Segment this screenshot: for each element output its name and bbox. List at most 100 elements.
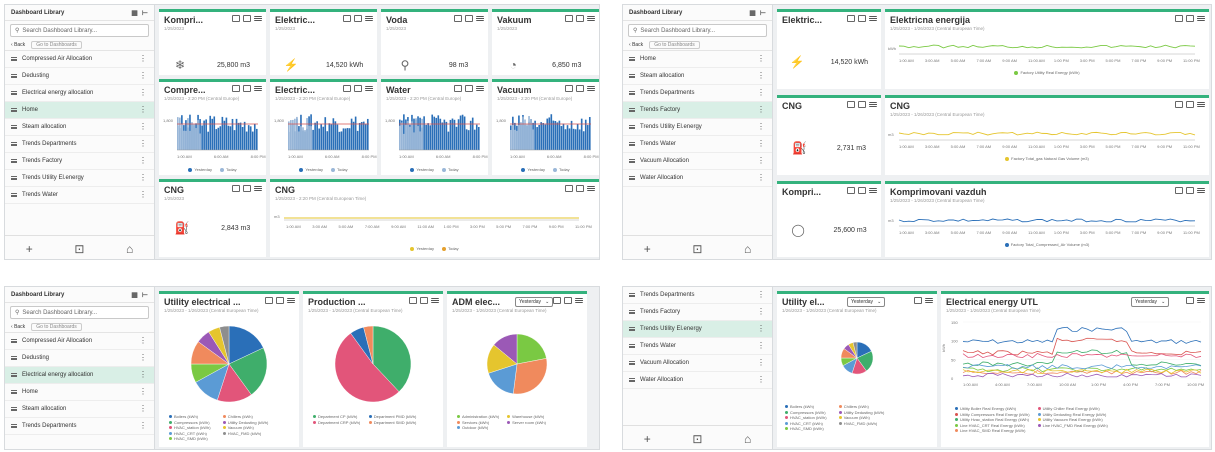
export-icon[interactable]	[847, 187, 855, 194]
fullscreen-icon[interactable]	[858, 15, 866, 22]
menu-icon[interactable]	[254, 16, 262, 21]
grid-icon[interactable]: ▦	[749, 9, 756, 17]
export-icon[interactable]	[232, 85, 240, 92]
sidebar-item-compressed-air-allocation[interactable]: Compressed Air Allocation ⋮	[5, 333, 154, 350]
period-dropdown[interactable]: Yesterday ⌄	[515, 297, 554, 307]
new-folder-icon[interactable]: ⊡	[692, 242, 702, 256]
more-options-icon[interactable]: ⋮	[139, 191, 147, 199]
menu-icon[interactable]	[587, 16, 595, 21]
export-icon[interactable]	[343, 15, 351, 22]
fullscreen-icon[interactable]	[354, 15, 362, 22]
sidebar-item-vacuum-allocation[interactable]: Vacuum Allocation ⋮	[623, 153, 772, 170]
fullscreen-icon[interactable]	[420, 297, 428, 304]
menu-icon[interactable]	[587, 86, 595, 91]
more-options-icon[interactable]: ⋮	[139, 106, 147, 114]
more-options-icon[interactable]: ⋮	[757, 376, 765, 384]
more-options-icon[interactable]: ⋮	[139, 371, 147, 379]
add-icon[interactable]: +	[26, 242, 33, 256]
sidebar-item-trends-factory[interactable]: Trends Factory ⋮	[623, 304, 772, 321]
menu-icon[interactable]	[365, 86, 373, 91]
fullscreen-icon[interactable]	[858, 101, 866, 108]
back-button-3[interactable]: ‹ Back	[11, 324, 25, 330]
more-options-icon[interactable]: ⋮	[757, 106, 765, 114]
search-input-2[interactable]: ⚲ Search Dashboard Library...	[628, 24, 767, 37]
menu-icon[interactable]	[254, 86, 262, 91]
menu-icon[interactable]	[869, 102, 877, 107]
sidebar-item-trends-factory[interactable]: Trends Factory ⋮	[5, 153, 154, 170]
more-options-icon[interactable]: ⋮	[757, 123, 765, 131]
sidebar-item-trends-departments[interactable]: Trends Departments ⋮	[623, 287, 772, 304]
sidebar-item-trends-departments[interactable]: Trends Departments ⋮	[623, 85, 772, 102]
grid-icon[interactable]: ▦	[131, 291, 138, 299]
back-button-2[interactable]: ‹ Back	[629, 42, 643, 48]
more-options-icon[interactable]: ⋮	[757, 308, 765, 316]
menu-icon[interactable]	[1197, 298, 1205, 303]
fullscreen-icon[interactable]	[465, 85, 473, 92]
sidebar-item-dedusting[interactable]: Dedusting ⋮	[5, 350, 154, 367]
fullscreen-icon[interactable]	[1186, 297, 1194, 304]
fullscreen-icon[interactable]	[1186, 15, 1194, 22]
sidebar-item-home[interactable]: Home ⋮	[623, 51, 772, 68]
collapse-icon[interactable]: ⊢	[142, 9, 148, 17]
menu-icon[interactable]	[925, 298, 933, 303]
menu-icon[interactable]	[476, 86, 484, 91]
sidebar-item-vacuum-allocation[interactable]: Vacuum Allocation ⋮	[623, 355, 772, 372]
breadcrumb-3[interactable]: Go to Dashboards	[31, 323, 82, 331]
export-icon[interactable]	[1175, 101, 1183, 108]
sidebar-item-home[interactable]: Home ⋮	[5, 384, 154, 401]
home-icon[interactable]: ⌂	[744, 432, 751, 446]
fullscreen-icon[interactable]	[564, 297, 572, 304]
grid-icon[interactable]: ▦	[131, 9, 138, 17]
fullscreen-icon[interactable]	[914, 297, 922, 304]
sidebar-item-electrical-energy-allocation[interactable]: Electrical energy allocation ⋮	[5, 367, 154, 384]
new-folder-icon[interactable]: ⊡	[692, 432, 702, 446]
sidebar-item-trends-water[interactable]: Trends Water ⋮	[5, 187, 154, 204]
sidebar-item-water-allocation[interactable]: Water Allocation ⋮	[623, 170, 772, 187]
more-options-icon[interactable]: ⋮	[139, 405, 147, 413]
period-dropdown[interactable]: Yesterday ⌄	[847, 297, 886, 307]
more-options-icon[interactable]: ⋮	[139, 174, 147, 182]
export-icon[interactable]	[1175, 187, 1183, 194]
export-icon[interactable]	[847, 15, 855, 22]
search-input[interactable]: ⚲ Search Dashboard Library...	[10, 24, 149, 37]
more-options-icon[interactable]: ⋮	[757, 89, 765, 97]
menu-icon[interactable]	[1197, 16, 1205, 21]
search-input-3[interactable]: ⚲ Search Dashboard Library...	[10, 306, 149, 319]
export-icon[interactable]	[343, 85, 351, 92]
more-options-icon[interactable]: ⋮	[139, 123, 147, 131]
more-options-icon[interactable]: ⋮	[757, 140, 765, 148]
fullscreen-icon[interactable]	[276, 297, 284, 304]
more-options-icon[interactable]: ⋮	[757, 55, 765, 63]
more-options-icon[interactable]: ⋮	[757, 342, 765, 350]
fullscreen-icon[interactable]	[576, 185, 584, 192]
fullscreen-icon[interactable]	[465, 15, 473, 22]
menu-icon[interactable]	[431, 298, 439, 303]
menu-icon[interactable]	[1197, 102, 1205, 107]
export-icon[interactable]	[565, 85, 573, 92]
sidebar-item-trends-utility-el-energy[interactable]: Trends Utility El.energy ⋮	[5, 170, 154, 187]
more-options-icon[interactable]: ⋮	[139, 157, 147, 165]
more-options-icon[interactable]: ⋮	[757, 174, 765, 182]
period-dropdown-2[interactable]: Yesterday ⌄	[1131, 297, 1170, 307]
export-icon[interactable]	[232, 185, 240, 192]
more-options-icon[interactable]: ⋮	[139, 89, 147, 97]
menu-icon[interactable]	[1197, 188, 1205, 193]
more-options-icon[interactable]: ⋮	[139, 140, 147, 148]
add-icon[interactable]: +	[644, 242, 651, 256]
home-icon[interactable]: ⌂	[744, 242, 751, 256]
fullscreen-icon[interactable]	[576, 15, 584, 22]
more-options-icon[interactable]: ⋮	[757, 157, 765, 165]
menu-icon[interactable]	[254, 186, 262, 191]
breadcrumb-2[interactable]: Go to Dashboards	[649, 41, 700, 49]
fullscreen-icon[interactable]	[243, 185, 251, 192]
sidebar-item-water-allocation[interactable]: Water Allocation ⋮	[623, 372, 772, 389]
sidebar-item-steam-allocation[interactable]: Steam allocation ⋮	[5, 401, 154, 418]
collapse-icon[interactable]: ⊢	[142, 291, 148, 299]
sidebar-item-trends-water[interactable]: Trends Water ⋮	[623, 338, 772, 355]
new-folder-icon[interactable]: ⊡	[74, 242, 84, 256]
menu-icon[interactable]	[365, 16, 373, 21]
collapse-icon[interactable]: ⊢	[760, 9, 766, 17]
export-icon[interactable]	[565, 185, 573, 192]
sidebar-item-trends-utility-el-energy[interactable]: Trends Utility El.energy ⋮	[623, 321, 772, 338]
fullscreen-icon[interactable]	[243, 85, 251, 92]
